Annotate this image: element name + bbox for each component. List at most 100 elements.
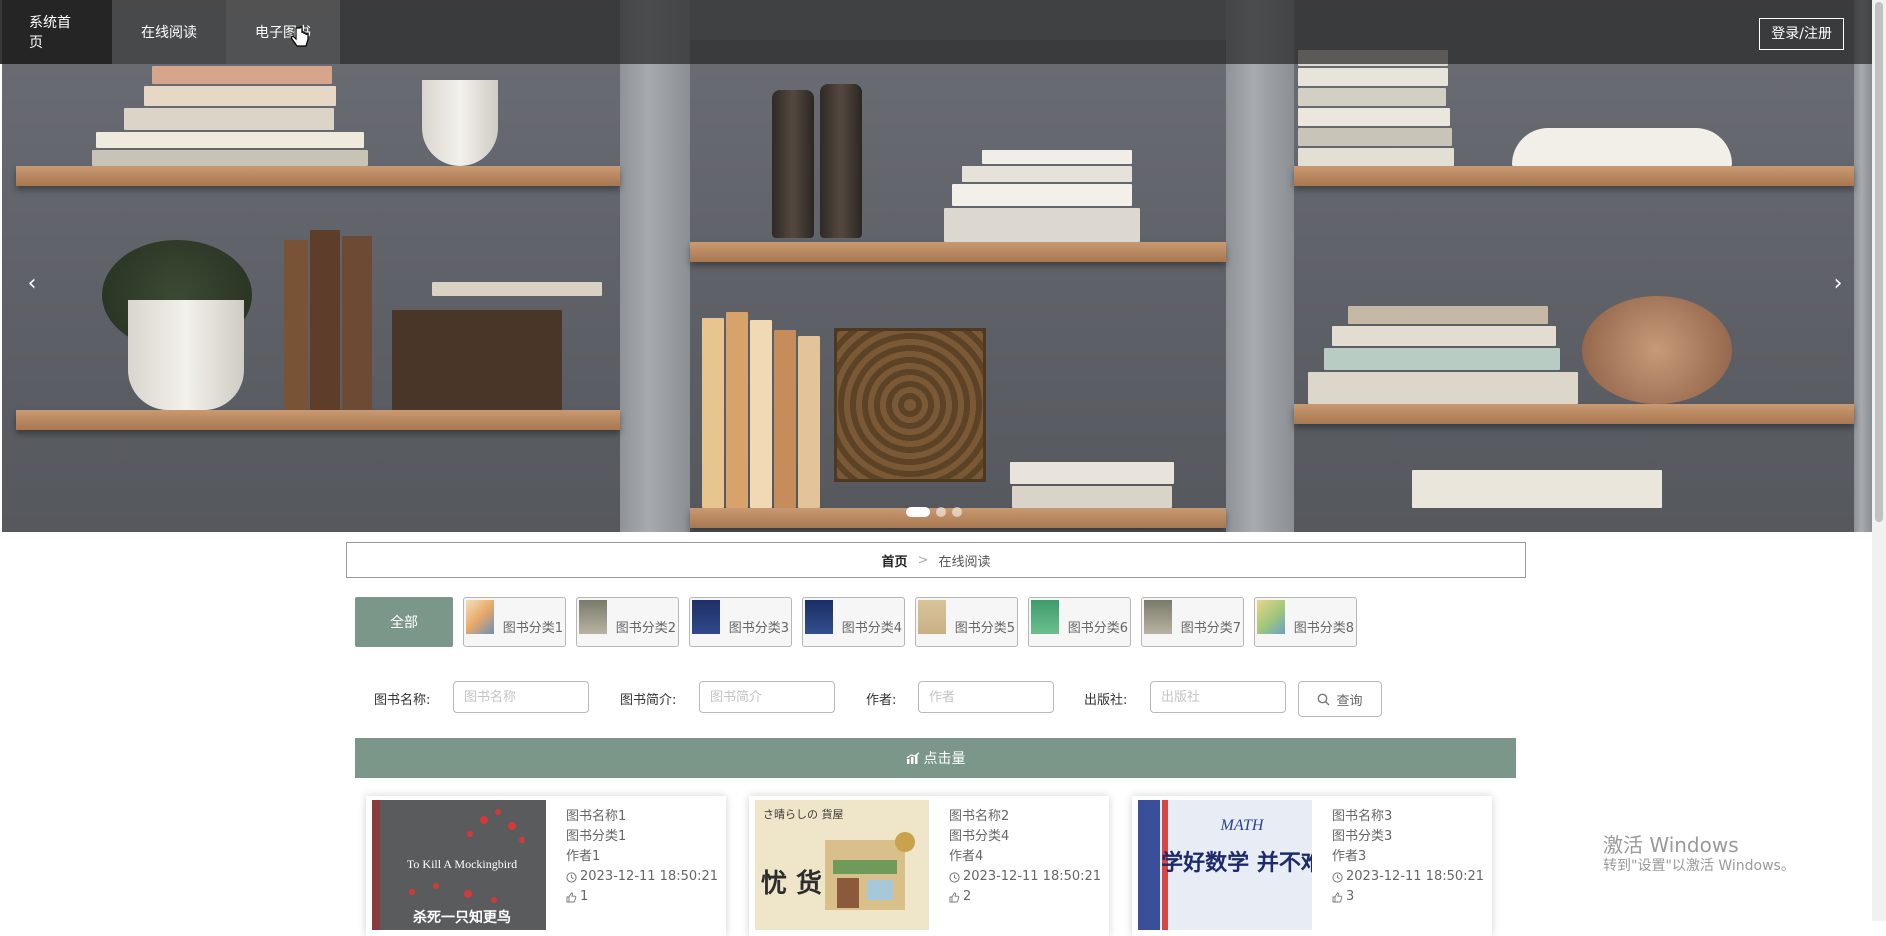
cover-subtitle: MATH <box>1220 817 1265 834</box>
nav-item-ebooks[interactable]: 电子图书 <box>226 0 340 64</box>
nav-item-home[interactable]: 系统首页 <box>0 0 112 64</box>
category-item[interactable]: 图书分类1 <box>463 597 566 647</box>
decor <box>1412 470 1662 508</box>
hero-carousel: ‹ › <box>2 0 1872 532</box>
decor <box>16 410 620 430</box>
publisher-input[interactable] <box>1150 681 1286 713</box>
category-thumbnail <box>918 600 946 634</box>
category-item[interactable]: 图书分类6 <box>1028 597 1131 647</box>
category-all-button[interactable]: 全部 <box>355 597 453 647</box>
category-thumbnail <box>1031 600 1059 634</box>
decor <box>1298 68 1448 86</box>
scrollbar-thumb[interactable] <box>1875 2 1883 522</box>
carousel-dot[interactable] <box>906 507 930 517</box>
clock-icon <box>949 871 960 883</box>
decor <box>1294 404 1854 424</box>
category-label: 图书分类5 <box>954 621 1015 636</box>
decor <box>1332 326 1556 346</box>
book-likes-row: 3 <box>1332 887 1484 907</box>
decor <box>1308 372 1578 404</box>
decor <box>834 328 986 482</box>
decor <box>128 300 244 410</box>
category-item[interactable]: 图书分类5 <box>915 597 1018 647</box>
publisher-label: 出版社: <box>1084 693 1128 708</box>
category-thumbnail <box>1144 600 1172 634</box>
book-likes: 1 <box>580 889 589 904</box>
category-thumbnail <box>692 600 720 634</box>
book-name: 图书名称3 <box>1332 809 1393 824</box>
decor <box>96 132 364 148</box>
search-form: 图书名称: 图书简介: 作者: 出版社: 查询 <box>374 681 1384 717</box>
category-thumbnail <box>1257 600 1285 634</box>
book-likes-row: 1 <box>566 887 718 907</box>
book-category: 图书分类3 <box>1332 829 1393 844</box>
cover-title: 学好数学 并不难 <box>1161 850 1312 876</box>
book-category: 图书分类4 <box>949 829 1010 844</box>
section-header: 点击量 <box>355 738 1516 778</box>
book-name-input[interactable] <box>453 681 589 713</box>
category-label: 图书分类2 <box>615 621 676 636</box>
category-item[interactable]: 图书分类7 <box>1141 597 1244 647</box>
carousel-next-button[interactable]: › <box>1826 272 1850 296</box>
author-label: 作者: <box>866 693 897 708</box>
windows-activation-hint: 转到"设置"以激活 Windows。 <box>1603 858 1795 874</box>
book-card[interactable]: さ晴らしの 貨屋 忧 货 图书名称2 图书分类4 作者4 2023-12-11 … <box>749 796 1109 936</box>
hand-cursor-icon <box>290 26 309 47</box>
category-item[interactable]: 图书分类4 <box>802 597 905 647</box>
book-card[interactable]: To Kill A Mockingbird 杀死一只知更鸟 图书名称1 图书分类… <box>366 796 726 936</box>
page-scrollbar[interactable] <box>1872 0 1886 921</box>
carousel-dot[interactable] <box>952 507 962 517</box>
decor <box>392 310 562 410</box>
decor <box>1512 128 1732 166</box>
breadcrumb-home-link[interactable]: 首页 <box>882 551 908 570</box>
category-item[interactable]: 图书分类8 <box>1254 597 1357 647</box>
book-name: 图书名称2 <box>949 809 1010 824</box>
author-input[interactable] <box>918 681 1054 713</box>
category-label: 图书分类6 <box>1067 621 1128 636</box>
decor <box>798 336 820 508</box>
decor <box>1010 462 1174 484</box>
book-likes: 2 <box>963 889 972 904</box>
decor <box>284 240 308 410</box>
carousel-prev-button[interactable]: ‹ <box>20 272 44 296</box>
decor <box>1298 88 1446 106</box>
section-title: 点击量 <box>923 751 966 767</box>
decor <box>432 282 602 296</box>
decor <box>952 184 1132 206</box>
decor <box>774 330 796 508</box>
decor <box>820 84 862 238</box>
book-likes: 3 <box>1346 889 1355 904</box>
clock-icon <box>1332 871 1343 883</box>
book-info: 图书名称3 图书分类3 作者3 2023-12-11 18:50:21 3 <box>1332 807 1484 907</box>
search-icon <box>1318 693 1330 705</box>
book-intro-input[interactable] <box>699 681 835 713</box>
book-time: 2023-12-11 18:50:21 <box>963 869 1102 884</box>
login-register-button[interactable]: 登录/注册 <box>1759 18 1844 50</box>
decor <box>944 208 1140 242</box>
decor <box>1582 296 1732 404</box>
category-label: 图书分类1 <box>502 621 563 636</box>
decor <box>982 150 1132 164</box>
category-label: 图书分类4 <box>841 621 902 636</box>
category-thumbnail <box>466 600 494 634</box>
decor <box>1298 128 1452 146</box>
book-author: 作者3 <box>1332 849 1367 864</box>
carousel-dot[interactable] <box>936 507 946 517</box>
search-button[interactable]: 查询 <box>1298 681 1382 717</box>
chart-icon <box>906 751 919 764</box>
decor <box>702 318 724 508</box>
decor <box>152 66 332 84</box>
book-card[interactable]: MATH 学好数学 并不难 图书名称3 图书分类3 作者3 2023-12-11… <box>1132 796 1492 936</box>
decor <box>772 90 814 238</box>
category-item[interactable]: 图书分类3 <box>689 597 792 647</box>
thumbs-up-icon <box>1332 892 1343 902</box>
book-author: 作者4 <box>949 849 984 864</box>
book-info: 图书名称1 图书分类1 作者1 2023-12-11 18:50:21 1 <box>566 807 718 907</box>
category-label: 图书分类7 <box>1180 621 1241 636</box>
category-item[interactable]: 图书分类2 <box>576 597 679 647</box>
decor <box>92 150 368 166</box>
decor <box>962 166 1132 182</box>
nav-item-online-reading[interactable]: 在线阅读 <box>112 0 226 64</box>
book-time-row: 2023-12-11 18:50:21 <box>566 867 718 887</box>
book-cover: To Kill A Mockingbird 杀死一只知更鸟 <box>372 800 546 930</box>
